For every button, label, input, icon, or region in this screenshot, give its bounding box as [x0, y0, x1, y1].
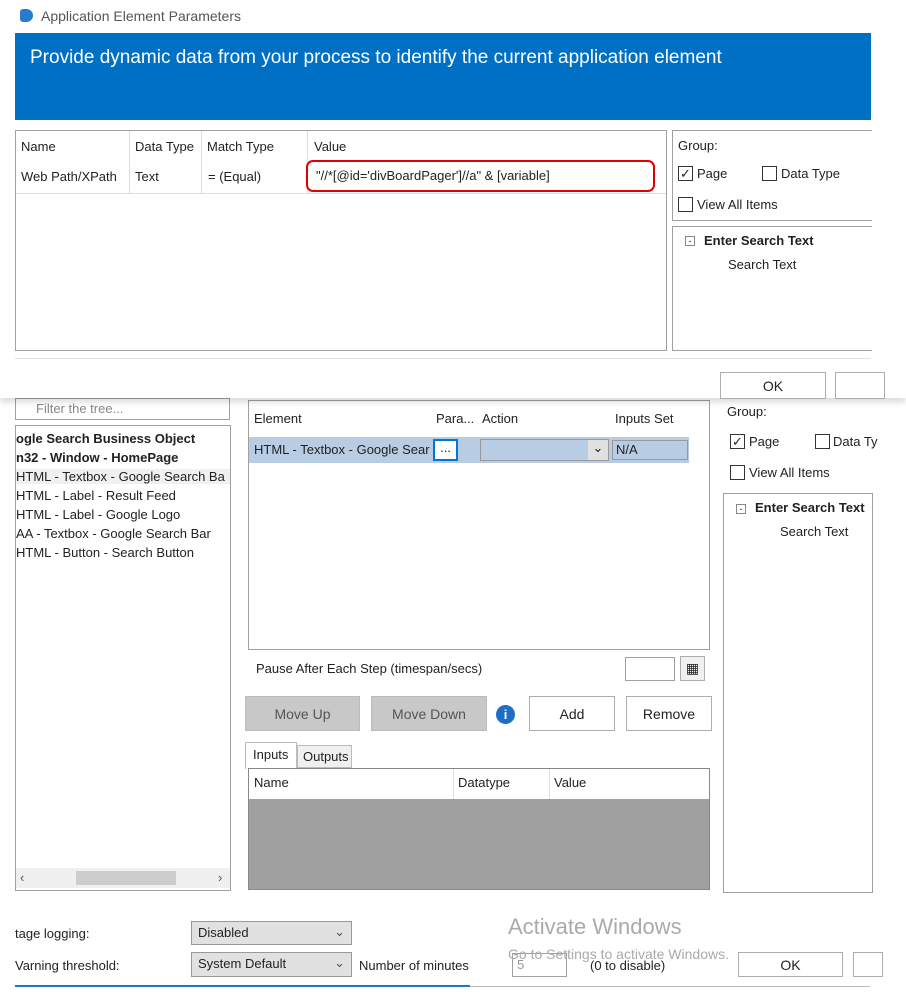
watermark-subtitle: Go to Settings to activate Windows.: [508, 946, 729, 962]
params-button[interactable]: ...: [433, 439, 458, 461]
calculator-icon[interactable]: ▦: [680, 656, 705, 681]
group-tree: - Enter Search Text Search Text: [723, 493, 873, 893]
tree-item[interactable]: n32 - Window - HomePage: [16, 450, 178, 465]
scroll-thumb[interactable]: [76, 871, 176, 885]
horizontal-scrollbar[interactable]: ‹ ›: [16, 868, 230, 888]
stage-logging-dropdown[interactable]: Disabled ⌄: [191, 921, 352, 945]
steps-table: Element Para... Action Inputs Set HTML -…: [248, 400, 710, 650]
data-type-label: Data Ty: [833, 434, 878, 449]
value-input[interactable]: "//*[@id='divBoardPager']//a" & [variabl…: [306, 160, 655, 192]
warning-threshold-dropdown[interactable]: System Default ⌄: [191, 952, 352, 977]
tab-inputs[interactable]: Inputs: [245, 742, 297, 769]
tree-child[interactable]: Search Text: [728, 257, 796, 272]
scroll-left-icon[interactable]: ‹: [20, 870, 24, 885]
parameters-table: Name Data Type Match Type Value Web Path…: [15, 130, 667, 351]
page-label: Page: [749, 434, 780, 449]
table-row[interactable]: HTML - Textbox - Google Sear ... ⌄ N/A: [249, 437, 689, 463]
value-text: "//*[@id='divBoardPager']//a" & [variabl…: [316, 168, 550, 183]
tree-item[interactable]: HTML - Textbox - Google Search Ba: [16, 469, 230, 484]
warning-threshold-label: Varning threshold:: [15, 958, 120, 973]
col-inputs-set: Inputs Set: [615, 411, 674, 426]
info-icon[interactable]: i: [496, 705, 515, 724]
watermark-title: Activate Windows: [508, 914, 682, 939]
row-element: HTML - Textbox - Google Sear: [254, 442, 430, 457]
col-action: Action: [482, 411, 519, 426]
app-icon: [20, 9, 33, 22]
page-checkbox[interactable]: ✓: [730, 434, 745, 449]
chevron-down-icon: ⌄: [334, 924, 345, 939]
banner-text: Provide dynamic data from your process t…: [30, 47, 722, 68]
col-params: Para...: [436, 411, 475, 426]
group-tree: - Enter Search Text Search Text: [672, 226, 872, 351]
cancel-button-bg[interactable]: [853, 952, 883, 977]
ok-button-bg[interactable]: OK: [738, 952, 843, 977]
tree-item[interactable]: AA - Textbox - Google Search Bar: [16, 526, 211, 541]
col-data-type: Data Type: [135, 139, 195, 154]
row-data-type: Text: [135, 169, 159, 184]
collapse-icon[interactable]: -: [736, 504, 746, 514]
data-type-checkbox[interactable]: [762, 166, 777, 181]
page-label: Page: [697, 166, 728, 181]
col-name: Name: [21, 139, 56, 154]
inputs-table: Name Datatype Value: [248, 768, 710, 890]
tab-outputs[interactable]: Outputs: [297, 745, 352, 768]
minutes-label: Number of minutes: [359, 958, 469, 973]
scroll-right-icon[interactable]: ›: [218, 870, 222, 885]
dialog-title: Application Element Parameters: [41, 8, 241, 24]
col-value: Value: [314, 139, 347, 154]
action-dropdown[interactable]: ⌄: [480, 439, 609, 461]
tree-item[interactable]: ogle Search Business Object: [16, 431, 195, 446]
add-button[interactable]: Add: [529, 696, 615, 731]
view-all-label: View All Items: [697, 197, 778, 212]
remove-button[interactable]: Remove: [626, 696, 712, 731]
tree-root[interactable]: Enter Search Text: [755, 500, 865, 515]
ok-button[interactable]: OK: [720, 372, 826, 399]
data-type-label: Data Type: [781, 166, 841, 181]
view-all-checkbox[interactable]: [730, 465, 745, 480]
inputs-set-cell[interactable]: N/A: [612, 440, 688, 460]
banner: Provide dynamic data from your process t…: [15, 33, 871, 120]
tree-child[interactable]: Search Text: [780, 524, 848, 539]
collapse-icon[interactable]: -: [685, 236, 695, 246]
group-label: Group:: [678, 138, 718, 153]
tree-item[interactable]: HTML - Label - Result Feed: [16, 488, 176, 503]
group-options: Group: ✓ Page Data Type View All Items: [672, 130, 872, 221]
move-down-button[interactable]: Move Down: [371, 696, 487, 731]
dialog: Application Element Parameters Provide d…: [0, 0, 906, 399]
col-name: Name: [254, 775, 289, 790]
chevron-down-icon: ⌄: [334, 955, 345, 970]
pause-label: Pause After Each Step (timespan/secs): [256, 661, 483, 676]
tree-item[interactable]: HTML - Button - Search Button: [16, 545, 194, 560]
move-up-button[interactable]: Move Up: [245, 696, 360, 731]
tree-item[interactable]: HTML - Label - Google Logo: [16, 507, 180, 522]
page-checkbox[interactable]: ✓: [678, 166, 693, 181]
data-type-checkbox[interactable]: [815, 434, 830, 449]
view-all-label: View All Items: [749, 465, 830, 480]
stage-logging-label: tage logging:: [15, 926, 90, 941]
group-label: Group:: [727, 404, 767, 419]
view-all-checkbox[interactable]: [678, 197, 693, 212]
tree-root[interactable]: Enter Search Text: [704, 233, 814, 248]
cancel-button[interactable]: [835, 372, 885, 399]
row-match-type[interactable]: = (Equal): [208, 169, 261, 184]
object-tree: ogle Search Business Object n32 - Window…: [15, 425, 231, 891]
selected-value: Disabled: [198, 925, 249, 940]
col-datatype: Datatype: [458, 775, 511, 790]
col-value: Value: [554, 775, 587, 790]
selected-value: System Default: [198, 956, 287, 971]
col-element: Element: [254, 411, 302, 426]
row-name: Web Path/XPath: [21, 169, 117, 184]
col-match-type: Match Type: [207, 139, 274, 154]
filter-input[interactable]: Filter the tree...: [15, 398, 230, 420]
chevron-down-icon: ⌄: [588, 440, 608, 460]
pause-input[interactable]: [625, 657, 675, 681]
